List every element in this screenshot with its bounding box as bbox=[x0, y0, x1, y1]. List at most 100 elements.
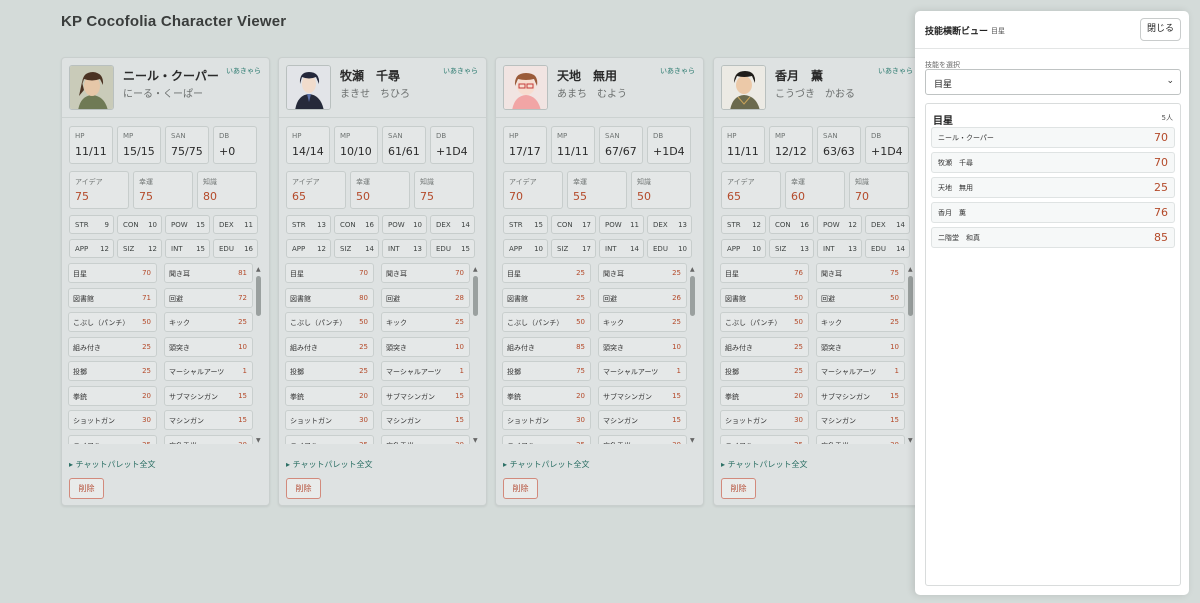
stat-value: +0 bbox=[219, 145, 236, 158]
attribute-value: 10 bbox=[678, 245, 687, 253]
result-value: 85 bbox=[1154, 231, 1168, 244]
panel-title: 技能横断ビュー bbox=[925, 27, 989, 37]
owner-link[interactable]: いあきゃら bbox=[878, 66, 913, 76]
skill-value: 25 bbox=[455, 318, 464, 326]
skill-scrollbar[interactable]: ▲ ▼ bbox=[690, 266, 696, 444]
panel-subtitle: 目星 bbox=[991, 27, 1005, 35]
attribute-box: SIZ 12 bbox=[117, 239, 162, 258]
skill-name: サブマシンガン bbox=[386, 392, 435, 401]
skill-scrollbar[interactable]: ▲ ▼ bbox=[256, 266, 262, 444]
skill-name: サブマシンガン bbox=[169, 392, 218, 401]
scroll-up-icon[interactable]: ▲ bbox=[473, 266, 478, 273]
skill-value: 15 bbox=[455, 416, 464, 424]
skill-value: 30 bbox=[890, 441, 899, 445]
chat-palette-toggle[interactable]: ▸ チャットパレット全文 bbox=[721, 459, 807, 470]
know-stat: 知識 70 bbox=[849, 171, 909, 209]
delete-button[interactable]: 削除 bbox=[721, 478, 756, 499]
card-header: 天地 無用 あまち むよう いあきゃら bbox=[496, 58, 703, 118]
owner-link[interactable]: いあきゃら bbox=[660, 66, 695, 76]
scroll-down-icon[interactable]: ▼ bbox=[690, 437, 695, 444]
stat-value: +1D4 bbox=[436, 145, 468, 158]
scroll-thumb[interactable] bbox=[908, 276, 913, 316]
derived-row: アイデア 65 幸運 60 知識 70 bbox=[721, 171, 913, 209]
scroll-down-icon[interactable]: ▼ bbox=[256, 437, 261, 444]
chat-palette-toggle[interactable]: ▸ チャットパレット全文 bbox=[503, 459, 589, 470]
skill-name: ライフル bbox=[290, 441, 318, 445]
skill-value: 50 bbox=[794, 318, 803, 326]
attribute-value: 14 bbox=[896, 221, 905, 229]
skill-item: サブマシンガン 15 bbox=[381, 385, 470, 406]
skill-name: 聞き耳 bbox=[821, 270, 842, 278]
skill-value: 81 bbox=[238, 269, 247, 277]
skill-item: 目星 70 bbox=[68, 263, 157, 283]
skill-list[interactable]: 目星 25 聞き耳 25 図書館 25 回避 26 こぶし（パンチ） 50 キック 25 組み付き 85 頭… bbox=[502, 263, 689, 444]
status-row: HP 14/14 MP 10/10 SAN 61/61 DB +1D4 bbox=[286, 126, 478, 164]
close-button[interactable]: 閉じる bbox=[1140, 18, 1181, 41]
scroll-thumb[interactable] bbox=[473, 276, 478, 316]
skill-item: 応急手当 30 bbox=[164, 434, 253, 444]
owner-link[interactable]: いあきゃら bbox=[443, 66, 478, 76]
scroll-thumb[interactable] bbox=[690, 276, 695, 316]
stat-value: +1D4 bbox=[653, 145, 685, 158]
skill-select[interactable]: 目星 ⌄ bbox=[925, 69, 1181, 95]
idea-stat: アイデア 70 bbox=[503, 171, 563, 209]
attribute-label: STR bbox=[509, 221, 523, 229]
skill-list[interactable]: 目星 70 聞き耳 70 図書館 80 回避 28 こぶし（パンチ） 50 キック 25 組み付き 25 頭… bbox=[285, 263, 472, 444]
skill-item: ライフル 25 bbox=[285, 434, 374, 445]
skill-value: 50 bbox=[890, 293, 899, 302]
skill-name: こぶし（パンチ） bbox=[73, 319, 130, 327]
stat-value: 50 bbox=[356, 190, 370, 203]
skill-value: 25 bbox=[576, 293, 585, 302]
attribute-box: APP 12 bbox=[286, 239, 331, 258]
scroll-up-icon[interactable]: ▲ bbox=[256, 266, 261, 273]
delete-button[interactable]: 削除 bbox=[503, 478, 538, 499]
mp-stat: MP 10/10 bbox=[334, 126, 378, 164]
skill-name: 聞き耳 bbox=[603, 270, 624, 278]
skill-name: 図書館 bbox=[725, 294, 746, 303]
stat-value: 80 bbox=[203, 190, 217, 203]
skill-list[interactable]: 目星 76 聞き耳 75 図書館 50 回避 50 こぶし（パンチ） 50 キック 25 組み付き 25 頭… bbox=[720, 263, 907, 444]
know-stat: 知識 75 bbox=[414, 171, 474, 209]
scroll-down-icon[interactable]: ▼ bbox=[908, 437, 913, 444]
skill-name: 図書館 bbox=[507, 294, 528, 303]
skill-item: ライフル 25 bbox=[502, 434, 591, 444]
delete-button[interactable]: 削除 bbox=[286, 478, 321, 499]
skill-value: 28 bbox=[455, 293, 464, 302]
chat-palette-toggle[interactable]: ▸ チャットパレット全文 bbox=[286, 459, 372, 470]
skill-scrollbar[interactable]: ▲ ▼ bbox=[908, 266, 914, 444]
skill-value: 25 bbox=[238, 318, 247, 326]
scroll-thumb[interactable] bbox=[256, 276, 261, 316]
character-card: 牧瀬 千尋 まきせ ちひろ いあきゃら HP 14/14 MP 10/10 SAN 61/61 D… bbox=[278, 57, 487, 506]
attribute-value: 12 bbox=[317, 245, 326, 253]
scroll-up-icon[interactable]: ▲ bbox=[908, 266, 913, 273]
delete-button[interactable]: 削除 bbox=[69, 478, 104, 499]
attribute-value: 15 bbox=[461, 245, 470, 253]
skill-scrollbar[interactable]: ▲ ▼ bbox=[473, 266, 479, 444]
skill-item: 目星 25 bbox=[502, 263, 591, 283]
skill-list[interactable]: 目星 70 聞き耳 81 図書館 71 回避 72 こぶし（パンチ） 50 キック 25 組み付き 25 頭… bbox=[68, 263, 255, 444]
skill-name: 目星 bbox=[73, 270, 87, 278]
attribute-label: SIZ bbox=[340, 245, 352, 253]
skill-value: 25 bbox=[142, 441, 151, 445]
skill-name: ショットガン bbox=[290, 417, 332, 425]
attribute-box: EDU 14 bbox=[865, 239, 910, 258]
skill-item: マシンガン 15 bbox=[381, 410, 470, 430]
skill-item: ショットガン 30 bbox=[285, 410, 374, 430]
owner-link[interactable]: いあきゃら bbox=[226, 66, 261, 76]
page-title: KP Cocofolia Character Viewer bbox=[61, 13, 287, 30]
stat-label: 幸運 bbox=[791, 178, 805, 186]
scroll-up-icon[interactable]: ▲ bbox=[690, 266, 695, 273]
skill-item: 投擲 25 bbox=[285, 361, 374, 381]
attribute-label: POW bbox=[605, 221, 622, 229]
chat-palette-toggle[interactable]: ▸ チャットパレット全文 bbox=[69, 459, 155, 470]
result-count: 5人 bbox=[1161, 114, 1173, 122]
character-kana: あまち むよう bbox=[557, 89, 627, 100]
skill-cross-panel: 技能横断ビュー 目星 閉じる 技能を選択 目星 ⌄ 目星 5人 ニール・クーパー… bbox=[915, 11, 1189, 595]
attribute-box: STR 12 bbox=[721, 215, 766, 234]
skill-item: 目星 70 bbox=[285, 263, 374, 283]
character-kana: まきせ ちひろ bbox=[340, 89, 410, 100]
know-stat: 知識 50 bbox=[631, 171, 691, 209]
scroll-down-icon[interactable]: ▼ bbox=[473, 437, 478, 444]
skill-value: 30 bbox=[142, 416, 151, 424]
attribute-value: 11 bbox=[244, 221, 253, 229]
